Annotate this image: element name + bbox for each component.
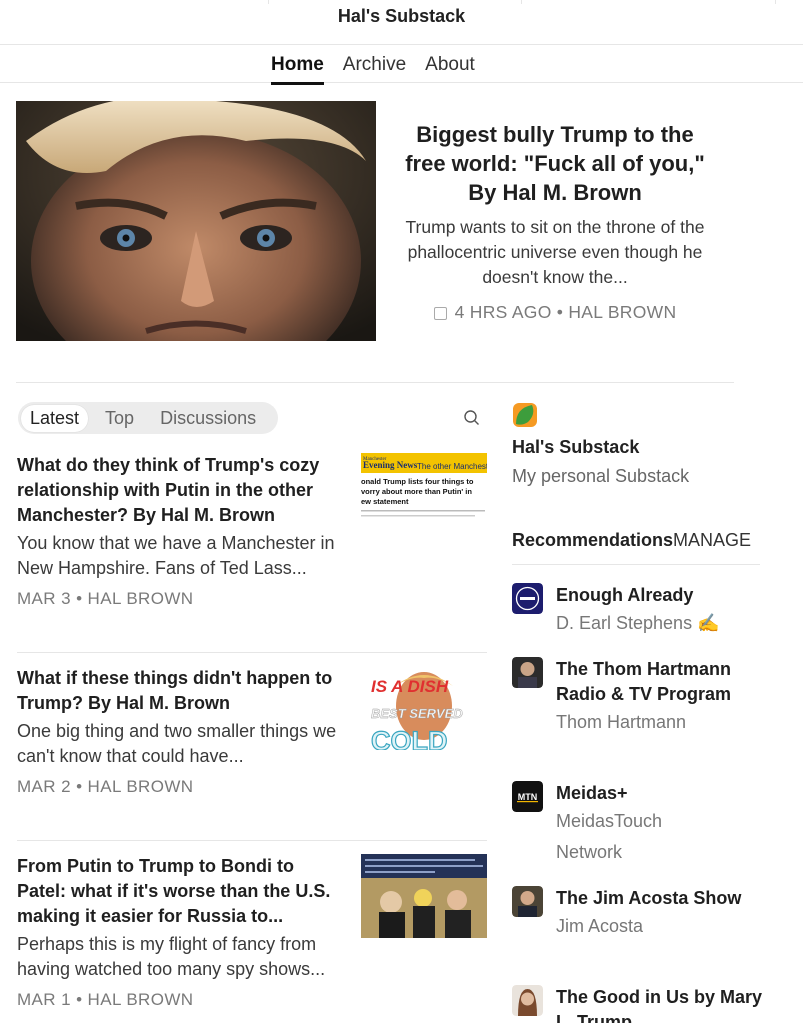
audio-icon (433, 307, 447, 320)
post-divider (17, 652, 487, 653)
recommendation-title[interactable]: The Good in Us by Mary L. Trump (556, 985, 766, 1023)
thumb-text: vorry about more than Putin' in (361, 487, 472, 496)
enough-already-logo-icon (512, 583, 543, 614)
mary-trump-avatar-icon (512, 985, 543, 1016)
publication-name[interactable]: Hal's Substack (512, 437, 639, 458)
post-meta: MAR 1 • HAL BROWN (17, 990, 194, 1009)
publication-description: My personal Substack (512, 466, 690, 486)
recommendation-author: D. Earl Stephens ✍️ (556, 613, 720, 633)
post-title[interactable]: What do they think of Trump's cozy relat… (17, 453, 337, 528)
thumb-text: COLD (371, 726, 448, 750)
tab-discussions[interactable]: Discussions (151, 405, 265, 432)
header-segment (269, 0, 522, 4)
header-segment (0, 0, 269, 4)
recommendation-title[interactable]: The Jim Acosta Show (556, 886, 766, 911)
nav-archive[interactable]: Archive (343, 54, 406, 85)
meidas-plus-logo-icon: MTN (512, 781, 543, 812)
feed-tabs: Latest Top Discussions (18, 402, 278, 434)
tab-latest[interactable]: Latest (21, 404, 89, 432)
featured-post-meta-text: 4 HRS AGO • HAL BROWN (454, 302, 677, 322)
featured-post-image[interactable] (16, 101, 376, 341)
post-title[interactable]: From Putin to Trump to Bondi to Patel: w… (17, 854, 337, 929)
main-nav: Home Archive About (0, 45, 803, 85)
thumb-text: ew statement (361, 497, 409, 506)
post-thumbnail[interactable]: IS A DISH BEST SERVED COLD (367, 666, 481, 750)
publication-logo[interactable] (512, 402, 538, 428)
thumb-text: BEST SERVED (371, 706, 463, 721)
thumb-text: Evening News (363, 460, 418, 470)
recommendation-author: Thom Hartmann (556, 712, 687, 732)
featured-post-title[interactable]: Biggest bully Trump to the free world: "… (396, 120, 714, 207)
search-icon[interactable] (462, 408, 482, 428)
post-meta: MAR 2 • HAL BROWN (17, 777, 194, 796)
mtn-logo-text: MTN (518, 792, 538, 802)
site-header: Hal's Substack (0, 0, 803, 45)
section-divider (16, 382, 734, 383)
featured-post[interactable]: Biggest bully Trump to the free world: "… (396, 120, 714, 323)
recommendation-author: MeidasTouch Network (556, 811, 663, 862)
recommendation-title[interactable]: Enough Already (556, 583, 766, 608)
recommendations-divider (512, 564, 760, 565)
post-subtitle: One big thing and two smaller things we … (17, 721, 337, 766)
post-title[interactable]: What if these things didn't happen to Tr… (17, 666, 337, 716)
thumb-text: The other Manchester (417, 462, 487, 471)
post-item[interactable]: From Putin to Trump to Bondi to Patel: w… (17, 854, 487, 1010)
recommendations-header: RecommendationsMANAGE (512, 530, 760, 551)
post-subtitle: You know that we have a Manchester in Ne… (17, 533, 335, 578)
featured-post-meta: 4 HRS AGO • HAL BROWN (396, 302, 714, 323)
header-segment (522, 0, 776, 4)
recommendation-title[interactable]: The Thom Hartmann Radio & TV Program (556, 657, 766, 707)
post-divider (17, 840, 487, 841)
post-meta: MAR 3 • HAL BROWN (17, 589, 194, 608)
post-subtitle: Perhaps this is my flight of fancy from … (17, 934, 326, 979)
thumb-text: IS A DISH (371, 677, 449, 696)
recommendation-author: Jim Acosta (556, 916, 644, 936)
thumb-text: onald Trump lists four things to (361, 477, 474, 486)
post-thumbnail[interactable]: Manchester Evening News The other Manche… (361, 453, 487, 537)
post-item[interactable]: What if these things didn't happen to Tr… (17, 666, 487, 797)
nav-about[interactable]: About (425, 54, 475, 85)
post-item[interactable]: What do they think of Trump's cozy relat… (17, 453, 487, 609)
nav-home[interactable]: Home (271, 54, 324, 85)
site-title[interactable]: Hal's Substack (0, 6, 803, 27)
post-thumbnail[interactable] (361, 854, 487, 938)
jim-acosta-avatar-icon (512, 886, 543, 917)
recommendation-title[interactable]: Meidas+ (556, 781, 766, 806)
tab-top[interactable]: Top (96, 405, 143, 432)
recommendations-title: Recommendations (512, 530, 674, 550)
manage-button[interactable]: MANAGE (673, 530, 751, 550)
thom-hartmann-avatar-icon (512, 657, 543, 688)
featured-post-subtitle: Trump wants to sit on the throne of the … (405, 217, 705, 287)
